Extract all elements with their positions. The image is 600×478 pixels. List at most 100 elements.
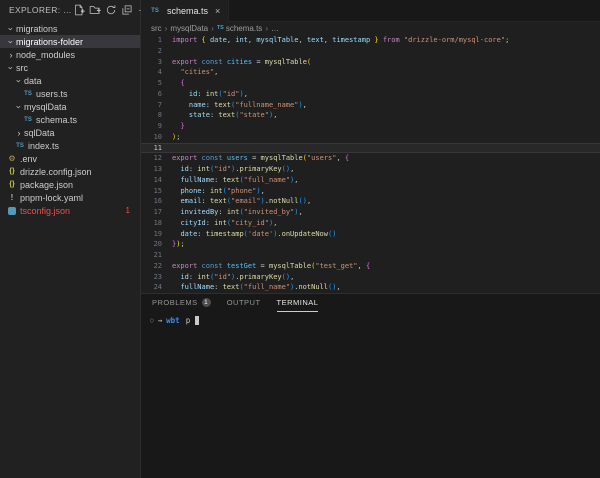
code-editor[interactable]: 1import { date, int, mysqlTable, text, t…: [141, 34, 600, 293]
tree-item-users-ts[interactable]: TSusers.ts: [0, 87, 140, 100]
code-text: "cities",: [172, 67, 218, 78]
tree-item-label: node_modules: [16, 50, 75, 60]
line-number: 17: [141, 207, 172, 218]
chevron-right-icon[interactable]: ›: [14, 128, 24, 138]
close-tab-icon[interactable]: ×: [215, 6, 220, 16]
explorer-toolbar: ⋯: [72, 3, 150, 17]
code-line-8: 8 state: text("state"),: [141, 110, 600, 121]
chevron-down-icon[interactable]: ›: [6, 24, 16, 34]
tree-item-label: data: [24, 76, 42, 86]
breadcrumb-item--[interactable]: …: [271, 24, 279, 33]
typescript-file-icon: TS: [22, 91, 34, 97]
tab-schema-ts[interactable]: TS schema.ts ×: [141, 0, 229, 22]
terminal-typed-command: p: [186, 316, 191, 325]
breadcrumb-separator-icon: ›: [265, 24, 268, 33]
tree-item-label: mysqlData: [24, 102, 67, 112]
code-line-3: 3export const cities = mysqlTable(: [141, 57, 600, 68]
prompt-arrow-icon: →: [158, 316, 163, 325]
breadcrumb-item-schema-ts[interactable]: TSschema.ts: [217, 24, 263, 33]
line-number: 6: [141, 89, 172, 100]
line-number: 13: [141, 164, 172, 175]
code-line-11: 11: [141, 143, 600, 154]
code-line-14: 14 fullName: text("full_name"),: [141, 175, 600, 186]
tree-item-label: users.ts: [36, 89, 68, 99]
panel-tab-terminal[interactable]: TERMINAL: [277, 294, 319, 312]
tree-item-migrations[interactable]: ›migrations: [0, 22, 140, 35]
code-line-19: 19 date: timestamp('date').onUpdateNow(): [141, 229, 600, 240]
line-number: 22: [141, 261, 172, 272]
new-file-icon[interactable]: [72, 3, 86, 17]
tree-item-package-json[interactable]: {}package.json: [0, 178, 140, 191]
error-count-badge: 1: [126, 206, 136, 215]
chevron-down-icon[interactable]: ›: [6, 63, 16, 73]
refresh-explorer-icon[interactable]: [104, 3, 118, 17]
code-line-4: 4 "cities",: [141, 67, 600, 78]
code-line-15: 15 phone: int("phone"),: [141, 186, 600, 197]
tree-item-src[interactable]: ›src: [0, 61, 140, 74]
line-number: 5: [141, 78, 172, 89]
tree-item-label: sqlData: [24, 128, 55, 138]
code-line-24: 24 fullName: text("full_name").notNull()…: [141, 282, 600, 293]
explorer-sidebar: EXPLORER: … ⋯ ›migrations›migrations-fol…: [0, 0, 141, 478]
breadcrumb: src›mysqlData›TSschema.ts›…: [141, 22, 600, 34]
line-number: 15: [141, 186, 172, 197]
code-text: export const users = mysqlTable("users",…: [172, 153, 349, 164]
code-text: id: int("id").primaryKey(),: [172, 272, 294, 283]
tree-item-sqldata[interactable]: ›sqlData: [0, 126, 140, 139]
panel-tab-bar: PROBLEMS1 OUTPUT TERMINAL: [141, 294, 600, 312]
line-number: 14: [141, 175, 172, 186]
tree-item-index-ts[interactable]: TSindex.ts: [0, 139, 140, 152]
line-number: 9: [141, 121, 172, 132]
tree-item-schema-ts[interactable]: TSschema.ts: [0, 113, 140, 126]
new-folder-icon[interactable]: [88, 3, 102, 17]
tree-item-tsconfig-json[interactable]: tsconfig.json1: [0, 204, 140, 217]
code-text: phone: int("phone"),: [172, 186, 265, 197]
tab-label: schema.ts: [167, 6, 208, 16]
chevron-down-icon[interactable]: ›: [6, 37, 16, 47]
code-line-16: 16 email: text("email").notNull(),: [141, 196, 600, 207]
tree-item-drizzle-config-json[interactable]: {}drizzle.config.json: [0, 165, 140, 178]
code-text: name: text("fullname_name"),: [172, 100, 307, 111]
code-line-9: 9 }: [141, 121, 600, 132]
tsconfig-box: [8, 207, 16, 215]
code-text: {: [172, 78, 185, 89]
code-text: import { date, int, mysqlTable, text, ti…: [172, 35, 509, 46]
panel-tab-problems[interactable]: PROBLEMS1: [152, 294, 211, 312]
tree-item-label: .env: [20, 154, 37, 164]
chevron-down-icon[interactable]: ›: [14, 76, 24, 86]
file-tree: ›migrations›migrations-folder›node_modul…: [0, 20, 140, 217]
tree-item-data[interactable]: ›data: [0, 74, 140, 87]
line-number: 7: [141, 100, 172, 111]
line-number: 18: [141, 218, 172, 229]
terminal-cursor: [195, 316, 199, 325]
breadcrumb-label: mysqlData: [170, 24, 208, 33]
prompt-status-icon: ○: [150, 317, 154, 324]
code-line-6: 6 id: int("id"),: [141, 89, 600, 100]
tree-item-pnpm-lock-yaml[interactable]: !pnpm-lock.yaml: [0, 191, 140, 204]
tree-item-node-modules[interactable]: ›node_modules: [0, 48, 140, 61]
typescript-file-icon: TS: [217, 25, 224, 31]
panel-tab-label: PROBLEMS: [152, 298, 198, 307]
code-text: export const testGet = mysqlTable("test_…: [172, 261, 370, 272]
collapse-folders-icon[interactable]: [120, 3, 134, 17]
chevron-right-icon[interactable]: ›: [6, 50, 16, 60]
breadcrumb-label: …: [271, 24, 279, 33]
line-number: 2: [141, 46, 172, 57]
code-line-12: 12export const users = mysqlTable("users…: [141, 153, 600, 164]
terminal-content[interactable]: ○ → wbt p: [141, 312, 600, 325]
code-line-10: 10);: [141, 132, 600, 143]
tree-item-label: drizzle.config.json: [20, 167, 92, 177]
tree-item-migrations-folder[interactable]: ›migrations-folder: [0, 35, 140, 48]
line-number: 1: [141, 35, 172, 46]
chevron-down-icon[interactable]: ›: [14, 102, 24, 112]
breadcrumb-label: schema.ts: [226, 24, 262, 33]
code-text: email: text("email").notNull(),: [172, 196, 311, 207]
code-text: state: text("state"),: [172, 110, 277, 121]
breadcrumb-item-src[interactable]: src: [151, 24, 162, 33]
tree-item-mysqldata[interactable]: ›mysqlData: [0, 100, 140, 113]
code-text: });: [172, 239, 185, 250]
breadcrumb-item-mysqldata[interactable]: mysqlData: [170, 24, 208, 33]
panel-tab-output[interactable]: OUTPUT: [227, 294, 261, 312]
code-line-1: 1import { date, int, mysqlTable, text, t…: [141, 35, 600, 46]
tree-item--env[interactable]: ⚙.env: [0, 152, 140, 165]
